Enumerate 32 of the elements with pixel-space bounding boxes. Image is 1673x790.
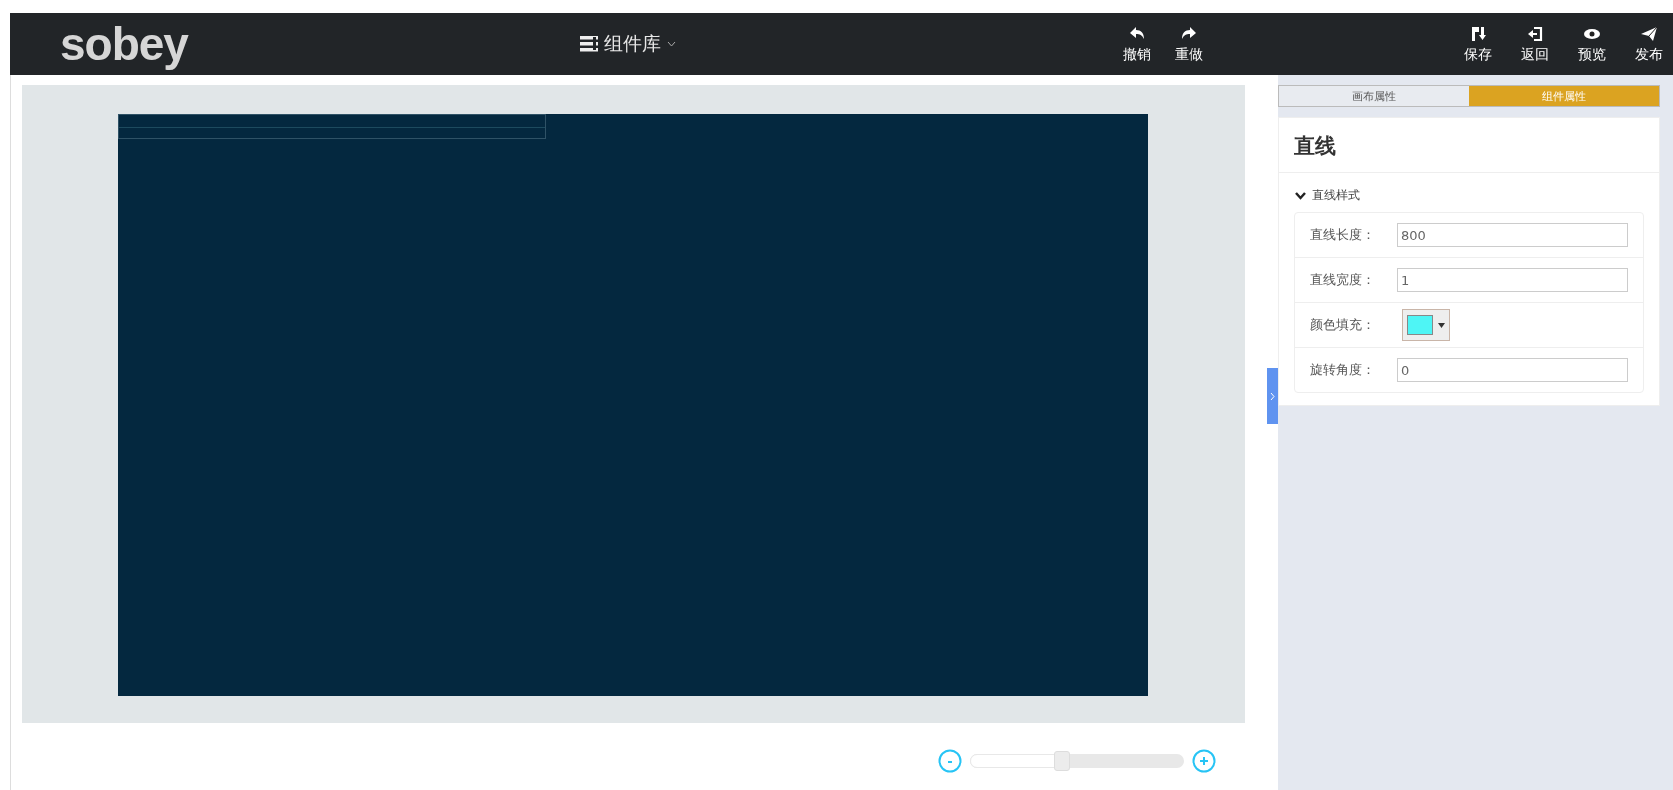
list-icon (580, 36, 598, 52)
input-field[interactable]: 0 (1396, 358, 1628, 382)
component-library-menu[interactable]: 组件库 (604, 31, 661, 57)
field-label: 直线宽度： (1310, 271, 1376, 289)
zoom-out-icon[interactable] (938, 749, 962, 773)
logo: sobey (60, 17, 190, 71)
caret-icon (1438, 322, 1445, 328)
save-icon (1469, 24, 1487, 43)
field-label: 颜色填充： (1310, 316, 1376, 334)
component-title: 直线 (1279, 118, 1659, 173)
zoom-slider[interactable] (970, 754, 1184, 768)
back-button[interactable]: 返回 (1513, 24, 1557, 64)
input-field[interactable]: 800 (1396, 223, 1628, 247)
chevron-down-icon[interactable] (667, 41, 676, 47)
redo-button[interactable]: 重做 (1167, 24, 1211, 64)
selected-line-frame[interactable] (118, 114, 546, 139)
preview-button[interactable]: 预览 (1570, 24, 1614, 64)
field-label: 直线长度： (1310, 226, 1376, 244)
chevron-icon (1295, 191, 1306, 200)
exit-icon (1526, 24, 1544, 43)
panel-toggle-handle[interactable] (1267, 368, 1278, 424)
color-picker[interactable] (1402, 309, 1450, 341)
save-button[interactable]: 保存 (1456, 24, 1500, 64)
panel-tab[interactable]: 画布属性 (1279, 86, 1469, 106)
zoom-in-icon[interactable] (1192, 749, 1216, 773)
publish-button[interactable]: 发布 (1627, 24, 1671, 64)
slider-thumb[interactable] (1054, 751, 1070, 771)
section-header[interactable]: 直线样式 (1279, 173, 1376, 212)
field-label: 旋转角度： (1310, 361, 1376, 379)
undo-button[interactable]: 撤销 (1115, 24, 1159, 64)
paper-plane-icon (1640, 24, 1658, 43)
input-field[interactable]: 1 (1396, 268, 1628, 292)
